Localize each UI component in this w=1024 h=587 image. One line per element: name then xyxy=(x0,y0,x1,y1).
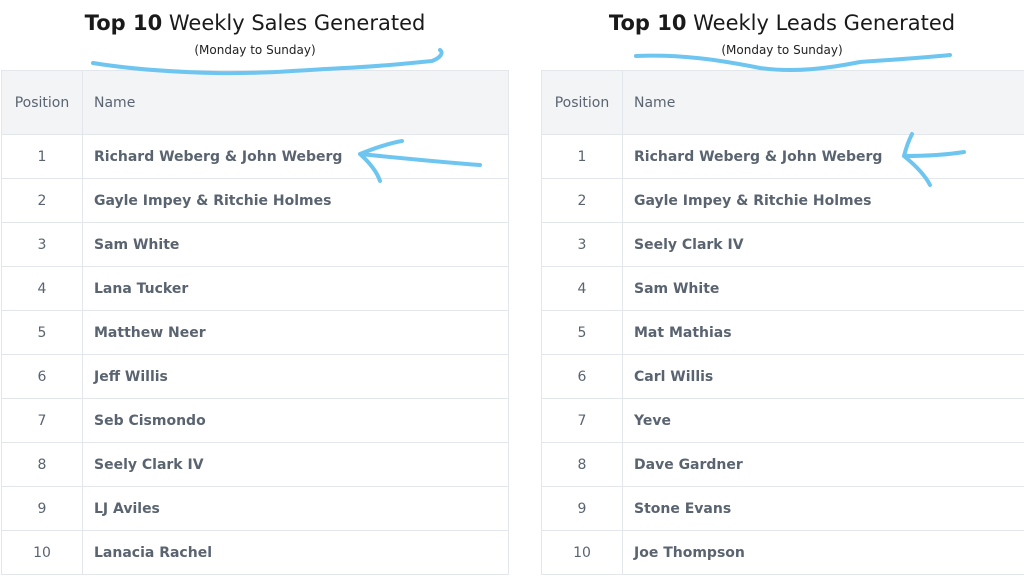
leads-row-position: 5 xyxy=(541,310,623,355)
leads-row-position: 4 xyxy=(541,266,623,311)
table-row: 1 Richard Weberg & John Weberg xyxy=(541,134,1024,179)
leads-title-rest: Weekly Leads Generated xyxy=(686,11,956,35)
leads-row-position: 3 xyxy=(541,222,623,267)
sales-header-row: Position Name xyxy=(1,70,509,135)
leads-row-name: Sam White xyxy=(622,266,1024,311)
sales-row-name: Seb Cismondo xyxy=(82,398,509,443)
sales-row-name: Jeff Willis xyxy=(82,354,509,399)
leads-row-position: 1 xyxy=(541,134,623,179)
sales-row-name: LJ Aviles xyxy=(82,486,509,531)
table-row: 3 Sam White xyxy=(1,222,509,267)
table-row: 8 Seely Clark IV xyxy=(1,442,509,487)
leads-row-name: Seely Clark IV xyxy=(622,222,1024,267)
leads-row-position: 8 xyxy=(541,442,623,487)
table-row: 6 Jeff Willis xyxy=(1,354,509,399)
leads-row-position: 2 xyxy=(541,178,623,223)
sales-header-name: Name xyxy=(82,70,509,135)
sales-row-position: 2 xyxy=(1,178,83,223)
sales-title-rest: Weekly Sales Generated xyxy=(162,11,426,35)
table-row: 5 Matthew Neer xyxy=(1,310,509,355)
table-row: 5 Mat Mathias xyxy=(541,310,1024,355)
leads-row-name: Yeve xyxy=(622,398,1024,443)
leads-title-strong: Top 10 xyxy=(608,11,687,35)
sales-header-position: Position xyxy=(1,70,83,135)
leads-row-position: 6 xyxy=(541,354,623,399)
sales-row-position: 8 xyxy=(1,442,83,487)
table-row: 9 Stone Evans xyxy=(541,486,1024,531)
leads-header-position: Position xyxy=(541,70,623,135)
leads-row-name: Gayle Impey & Ritchie Holmes xyxy=(622,178,1024,223)
sales-row-name: Sam White xyxy=(82,222,509,267)
table-row: 4 Lana Tucker xyxy=(1,266,509,311)
leads-row-position: 7 xyxy=(541,398,623,443)
sales-row-position: 9 xyxy=(1,486,83,531)
sales-row-position: 5 xyxy=(1,310,83,355)
table-row: 10 Lanacia Rachel xyxy=(1,530,509,575)
sales-row-position: 7 xyxy=(1,398,83,443)
leads-row-name: Mat Mathias xyxy=(622,310,1024,355)
leads-header-row: Position Name xyxy=(541,70,1024,135)
table-row: 10 Joe Thompson xyxy=(541,530,1024,575)
leads-header-name: Name xyxy=(622,70,1024,135)
sales-row-position: 10 xyxy=(1,530,83,575)
leads-row-name: Joe Thompson xyxy=(622,530,1024,575)
sales-title: Top 10 Weekly Sales Generated xyxy=(0,11,510,35)
sales-row-name: Richard Weberg & John Weberg xyxy=(82,134,509,179)
leads-row-position: 9 xyxy=(541,486,623,531)
leads-underline-scribble xyxy=(634,53,952,73)
leads-row-name: Dave Gardner xyxy=(622,442,1024,487)
table-row: 2 Gayle Impey & Ritchie Holmes xyxy=(1,178,509,223)
table-row: 6 Carl Willis xyxy=(541,354,1024,399)
leads-row-name: Stone Evans xyxy=(622,486,1024,531)
table-row: 3 Seely Clark IV xyxy=(541,222,1024,267)
sales-row-position: 3 xyxy=(1,222,83,267)
table-row: 1 Richard Weberg & John Weberg xyxy=(1,134,509,179)
table-row: 4 Sam White xyxy=(541,266,1024,311)
sales-row-name: Gayle Impey & Ritchie Holmes xyxy=(82,178,509,223)
sales-row-position: 4 xyxy=(1,266,83,311)
leads-row-name: Richard Weberg & John Weberg xyxy=(622,134,1024,179)
leads-table: Position Name 1 Richard Weberg & John Web… xyxy=(541,70,1024,575)
leads-subtitle: (Monday to Sunday) xyxy=(721,43,843,57)
table-row: 7 Seb Cismondo xyxy=(1,398,509,443)
leads-row-position: 10 xyxy=(541,530,623,575)
sales-row-position: 6 xyxy=(1,354,83,399)
sales-table: Position Name 1 Richard Weberg & John Web… xyxy=(1,70,509,575)
table-row: 9 LJ Aviles xyxy=(1,486,509,531)
sales-subtitle: (Monday to Sunday) xyxy=(194,43,316,57)
sales-title-strong: Top 10 xyxy=(84,11,163,35)
sales-row-name: Lana Tucker xyxy=(82,266,509,311)
leads-title: Top 10 Weekly Leads Generated xyxy=(511,11,1024,35)
leads-row-name: Carl Willis xyxy=(622,354,1024,399)
sales-row-position: 1 xyxy=(1,134,83,179)
sales-row-name: Lanacia Rachel xyxy=(82,530,509,575)
sales-row-name: Seely Clark IV xyxy=(82,442,509,487)
table-row: 2 Gayle Impey & Ritchie Holmes xyxy=(541,178,1024,223)
sales-row-name: Matthew Neer xyxy=(82,310,509,355)
table-row: 7 Yeve xyxy=(541,398,1024,443)
table-row: 8 Dave Gardner xyxy=(541,442,1024,487)
